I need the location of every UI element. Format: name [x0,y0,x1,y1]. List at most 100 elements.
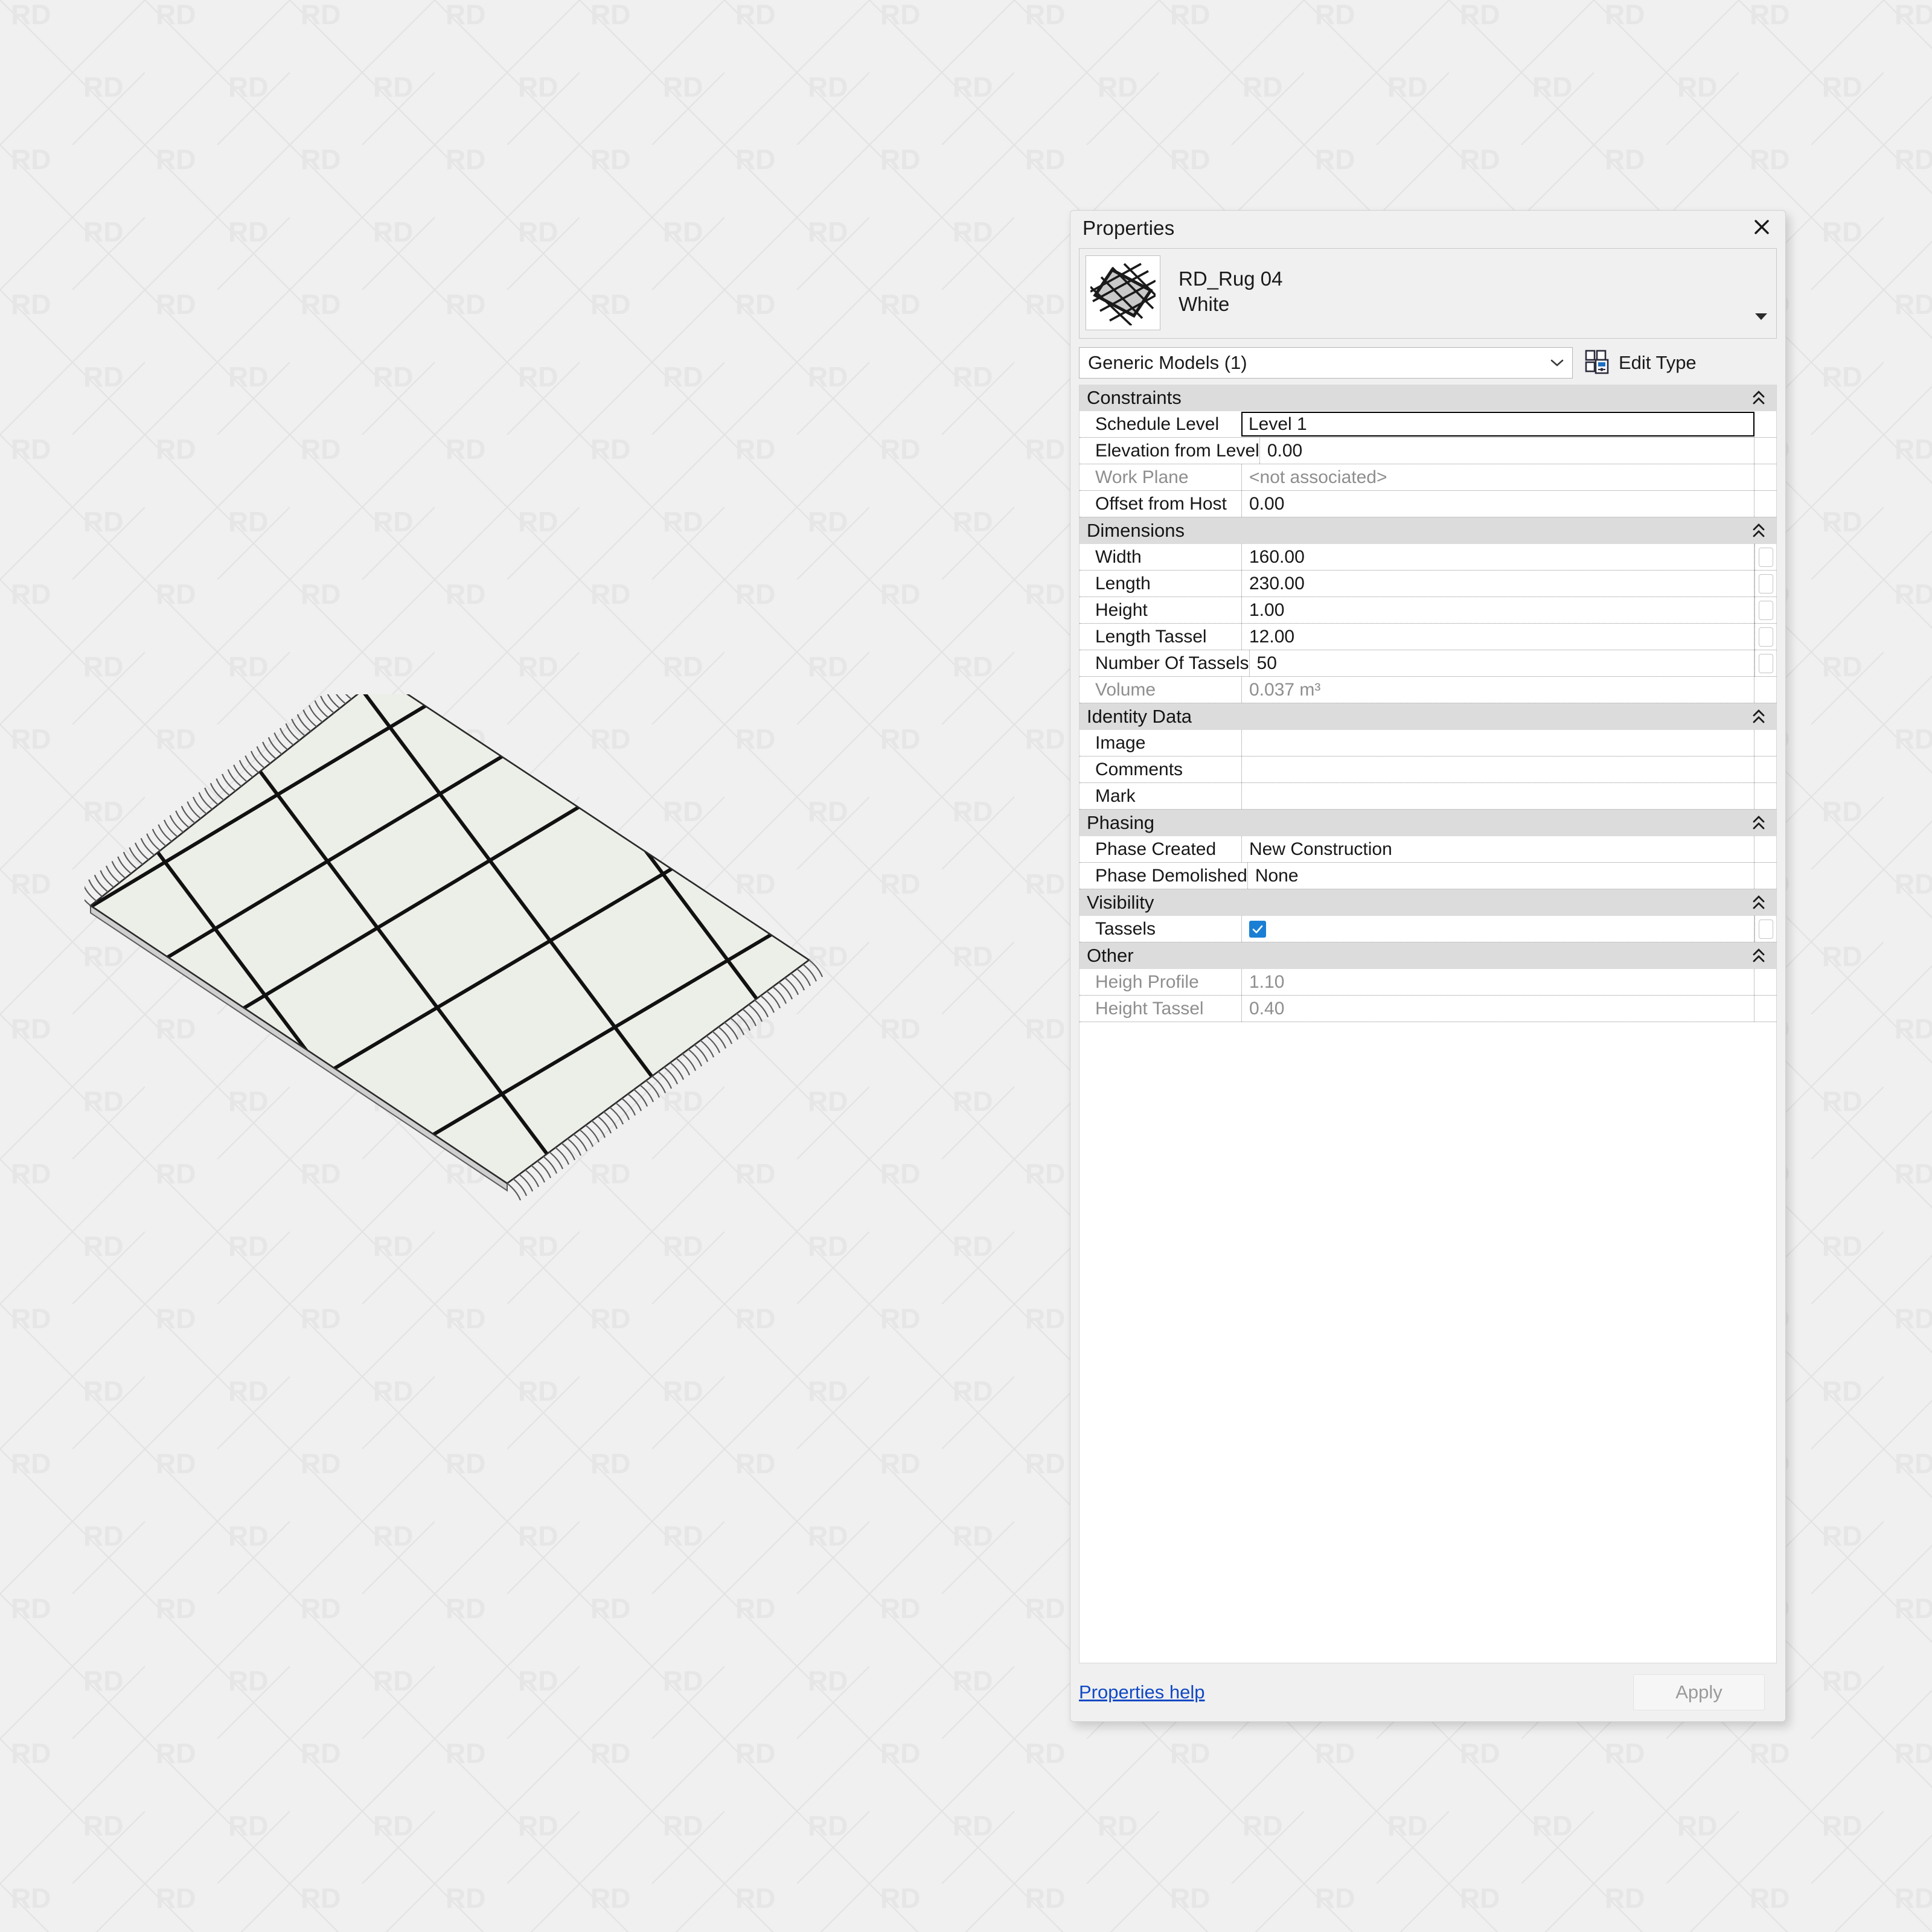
category-select[interactable]: Generic Models (1) [1079,347,1573,379]
parameter-value[interactable]: <not associated> [1241,464,1754,490]
double-chevron-up-icon[interactable] [1752,815,1765,831]
double-chevron-up-icon[interactable] [1752,523,1765,539]
parameter-label: Mark [1080,783,1241,809]
double-chevron-up-icon[interactable] [1752,390,1765,406]
associate-parameter-button[interactable] [1759,574,1773,593]
category-select-value: Generic Models (1) [1088,352,1247,374]
type-preview-header[interactable]: RD_Rug 04 White [1079,248,1777,339]
chevron-down-icon[interactable] [1753,310,1769,322]
parameter-association-cell[interactable] [1754,597,1776,623]
rug-thumbnail-icon [1086,255,1160,330]
parameter-label: Offset from Host [1080,491,1241,517]
associate-parameter-button[interactable] [1759,920,1773,939]
parameter-value[interactable]: 0.037 m³ [1241,677,1754,703]
parameter-row[interactable]: Length Tassel12.00 [1080,624,1776,650]
parameter-label: Schedule Level [1080,411,1241,437]
parameter-value[interactable]: 230.00 [1241,571,1754,597]
parameter-value[interactable] [1241,730,1754,756]
parameter-association-cell [1754,836,1776,862]
section-header-other[interactable]: Other [1080,942,1776,969]
palette-titlebar: Properties [1070,211,1785,246]
tassels-checkbox[interactable] [1249,921,1266,938]
parameter-value[interactable] [1241,916,1754,942]
double-chevron-up-icon[interactable] [1752,895,1765,910]
properties-palette: Properties [1070,210,1786,1722]
parameter-value[interactable]: 0.00 [1259,438,1754,464]
properties-help-link[interactable]: Properties help [1079,1681,1205,1703]
parameter-value[interactable]: 50 [1249,650,1754,676]
parameter-table[interactable]: ConstraintsSchedule LevelLevel 1Elevatio… [1079,385,1777,1663]
parameter-association-cell [1754,438,1776,464]
parameter-row[interactable]: Elevation from Level0.00 [1080,438,1776,464]
associate-parameter-button[interactable] [1759,548,1773,567]
section-header-label: Phasing [1087,812,1154,834]
parameter-label: Number Of Tassels [1080,650,1249,676]
palette-footer: Properties help Apply [1070,1663,1785,1721]
section-header-visibility[interactable]: Visibility [1080,889,1776,916]
parameter-row[interactable]: Phase DemolishedNone [1080,863,1776,889]
parameter-row[interactable]: Tassels [1080,916,1776,942]
parameter-row[interactable]: Height1.00 [1080,597,1776,624]
parameter-row[interactable]: Number Of Tassels50 [1080,650,1776,677]
chevron-down-icon [1550,359,1564,367]
parameter-row[interactable]: Offset from Host0.00 [1080,491,1776,517]
parameter-label: Height [1080,597,1241,623]
parameter-row[interactable]: Image [1080,730,1776,756]
parameter-value[interactable]: 12.00 [1241,624,1754,650]
parameter-association-cell[interactable] [1754,544,1776,570]
parameter-label: Volume [1080,677,1241,703]
parameter-value[interactable]: Level 1 [1241,412,1754,437]
rug-axonometric-drawing[interactable] [85,694,942,1238]
parameter-value[interactable] [1241,783,1754,809]
parameter-value[interactable]: New Construction [1241,836,1754,862]
parameter-row[interactable]: Schedule LevelLevel 1 [1080,411,1776,438]
parameter-row[interactable]: Width160.00 [1080,544,1776,571]
parameter-association-cell[interactable] [1754,571,1776,597]
parameter-value[interactable]: 0.40 [1241,996,1754,1022]
associate-parameter-button[interactable] [1759,627,1773,647]
associate-parameter-button[interactable] [1759,654,1773,673]
page-title: Properties [1083,217,1174,240]
apply-button[interactable]: Apply [1633,1674,1765,1710]
close-icon[interactable] [1748,213,1776,241]
parameter-label: Length Tassel [1080,624,1241,650]
section-header-label: Dimensions [1087,520,1185,542]
parameter-value[interactable]: 1.00 [1241,597,1754,623]
selector-row: Generic Models (1) [1079,347,1777,379]
parameter-association-cell [1754,783,1776,809]
parameter-label: Work Plane [1080,464,1241,490]
parameter-association-cell [1754,411,1776,437]
parameter-value[interactable]: 0.00 [1241,491,1754,517]
parameter-label: Tassels [1080,916,1241,942]
edit-type-icon [1585,349,1610,377]
parameter-label: Length [1080,571,1241,597]
parameter-row[interactable]: Comments [1080,756,1776,783]
parameter-row[interactable]: Mark [1080,783,1776,810]
parameter-association-cell[interactable] [1754,624,1776,650]
edit-type-button[interactable]: Edit Type [1585,347,1700,379]
associate-parameter-button[interactable] [1759,601,1773,620]
parameter-association-cell [1754,464,1776,490]
parameter-association-cell[interactable] [1754,650,1776,676]
parameter-value[interactable]: 1.10 [1241,969,1754,995]
parameter-value[interactable] [1241,756,1754,782]
section-header-label: Visibility [1087,892,1154,913]
section-header-dimensions[interactable]: Dimensions [1080,517,1776,544]
parameter-row[interactable]: Heigh Profile1.10 [1080,969,1776,996]
double-chevron-up-icon[interactable] [1752,709,1765,724]
type-labels: RD_Rug 04 White [1179,249,1282,338]
parameter-label: Heigh Profile [1080,969,1241,995]
parameter-row[interactable]: Phase CreatedNew Construction [1080,836,1776,863]
double-chevron-up-icon[interactable] [1752,948,1765,964]
section-header-phasing[interactable]: Phasing [1080,810,1776,836]
section-header-identity-data[interactable]: Identity Data [1080,703,1776,730]
parameter-value[interactable]: None [1247,863,1754,889]
parameter-row[interactable]: Height Tassel0.40 [1080,996,1776,1022]
parameter-row[interactable]: Volume0.037 m³ [1080,677,1776,703]
parameter-association-cell [1754,491,1776,517]
section-header-constraints[interactable]: Constraints [1080,385,1776,411]
edit-type-label: Edit Type [1619,352,1697,374]
parameter-row[interactable]: Length230.00 [1080,571,1776,597]
parameter-row[interactable]: Work Plane<not associated> [1080,464,1776,491]
parameter-value[interactable]: 160.00 [1241,544,1754,570]
